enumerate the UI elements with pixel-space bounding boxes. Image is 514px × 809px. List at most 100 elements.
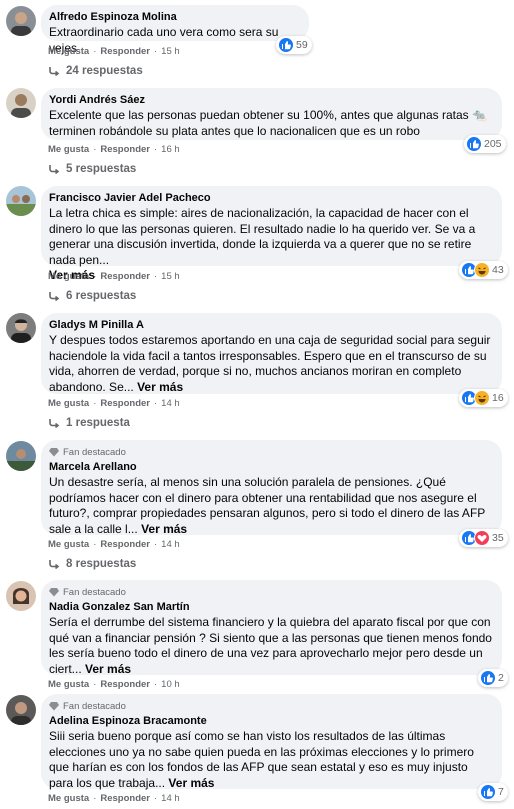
comment-bubble: Fan destacado Marcela Arellano Un desast… — [41, 440, 502, 537]
reply-arrow-icon — [49, 560, 60, 570]
avatar[interactable] — [6, 581, 36, 611]
view-replies-button[interactable]: 8 respuestas — [48, 558, 136, 570]
timestamp[interactable]: 14 h — [161, 793, 180, 804]
see-more-link[interactable]: Ver más — [168, 776, 214, 790]
see-more-link[interactable]: Ver más — [141, 522, 187, 536]
reply-arrow-icon — [49, 419, 60, 429]
view-replies-button[interactable]: 5 respuestas — [48, 163, 136, 175]
comment-text: Un desastre sería, al menos sin una solu… — [49, 475, 493, 537]
timestamp[interactable]: 14 h — [161, 398, 180, 409]
reply-button[interactable]: Responder — [100, 539, 150, 550]
comment-bubble: Fan destacado Adelina Espinoza Bracamont… — [41, 694, 502, 791]
separator: · — [93, 398, 97, 409]
fan-badge: Fan destacado — [49, 446, 493, 458]
diamond-icon — [49, 588, 59, 597]
like-button[interactable]: Me gusta — [48, 271, 89, 282]
avatar[interactable] — [6, 88, 36, 118]
reply-button[interactable]: Responder — [100, 271, 150, 282]
like-button[interactable]: Me gusta — [48, 46, 89, 57]
separator: · — [153, 46, 158, 57]
separator: · — [153, 793, 158, 804]
timestamp[interactable]: 14 h — [161, 539, 180, 550]
reactions-badge[interactable]: 7 — [478, 783, 508, 801]
comment-actions: Me gusta · Responder · 15 h — [48, 271, 180, 282]
reply-button[interactable]: Responder — [100, 144, 150, 155]
replies-count: 5 respuestas — [66, 163, 137, 175]
reactions-badge[interactable]: 205 — [464, 135, 506, 153]
avatar[interactable] — [6, 6, 36, 36]
separator: · — [93, 46, 97, 57]
comment-text: Sería el derrumbe del sistema financiero… — [49, 615, 493, 677]
comment-actions: Me gusta · Responder · 14 h — [48, 398, 180, 409]
reply-button[interactable]: Responder — [100, 679, 150, 690]
reaction-count: 16 — [492, 392, 504, 404]
comment-actions: Me gusta · Responder · 10 h — [48, 679, 180, 690]
reply-button[interactable]: Responder — [100, 398, 150, 409]
timestamp[interactable]: 10 h — [161, 679, 180, 690]
fan-badge: Fan destacado — [49, 700, 493, 712]
avatar[interactable] — [6, 186, 36, 216]
reaction-count: 35 — [492, 532, 504, 544]
author-name[interactable]: Francisco Javier Adel Pacheco — [49, 192, 493, 205]
timestamp[interactable]: 16 h — [161, 144, 180, 155]
view-replies-button[interactable]: 24 respuestas — [48, 65, 143, 77]
reactions-badge[interactable]: 2 — [478, 669, 508, 687]
see-more-link[interactable]: Ver más — [85, 662, 131, 676]
avatar[interactable] — [6, 313, 36, 343]
avatar[interactable] — [6, 441, 36, 471]
reactions-badge[interactable]: 16 — [459, 389, 508, 407]
reactions-badge[interactable]: 43 — [459, 261, 508, 279]
separator: · — [93, 679, 97, 690]
comment-body: Siii seria bueno porque así como se han … — [49, 729, 474, 790]
like-button[interactable]: Me gusta — [48, 539, 89, 550]
reply-button[interactable]: Responder — [100, 793, 150, 804]
comment-bubble: Gladys M Pinilla A Y despues todos estar… — [41, 313, 502, 394]
avatar[interactable] — [6, 695, 36, 725]
reply-arrow-icon — [49, 67, 60, 77]
author-name[interactable]: Gladys M Pinilla A — [49, 319, 493, 332]
timestamp[interactable]: 15 h — [161, 46, 180, 57]
reaction-count: 2 — [498, 672, 504, 684]
see-more-link[interactable]: Ver más — [137, 380, 183, 394]
author-name[interactable]: Adelina Espinoza Bracamonte — [49, 715, 493, 728]
separator: · — [93, 539, 97, 550]
diamond-icon — [49, 702, 59, 711]
reaction-count: 7 — [498, 786, 504, 798]
reaction-count: 59 — [296, 39, 308, 51]
like-button[interactable]: Me gusta — [48, 144, 89, 155]
author-name[interactable]: Yordi Andrés Sáez — [49, 94, 493, 107]
author-name[interactable]: Alfredo Espinoza Molina — [49, 11, 300, 24]
reactions-badge[interactable]: 35 — [459, 529, 508, 547]
like-button[interactable]: Me gusta — [48, 398, 89, 409]
comment-bubble: Fan destacado Nadia Gonzalez San Martín … — [41, 580, 502, 677]
separator: · — [153, 679, 158, 690]
comment-actions: Me gusta · Responder · 15 h — [48, 46, 180, 57]
author-name[interactable]: Marcela Arellano — [49, 461, 493, 474]
haha-icon — [474, 390, 490, 406]
reactions-badge[interactable]: 59 — [276, 36, 312, 54]
view-replies-button[interactable]: 1 respuesta — [48, 417, 130, 429]
comment-actions: Me gusta · Responder · 16 h — [48, 144, 180, 155]
author-name[interactable]: Nadia Gonzalez San Martín — [49, 601, 493, 614]
separator: · — [93, 271, 97, 282]
reaction-count: 43 — [492, 264, 504, 276]
timestamp[interactable]: 15 h — [161, 271, 180, 282]
comment-actions: Me gusta · Responder · 14 h — [48, 539, 180, 550]
comment-bubble: Francisco Javier Adel Pacheco La letra c… — [41, 186, 502, 282]
thumbs-up-icon — [480, 670, 496, 686]
like-button[interactable]: Me gusta — [48, 793, 89, 804]
reply-button[interactable]: Responder — [100, 46, 150, 57]
replies-count: 1 respuesta — [66, 417, 130, 429]
separator: · — [153, 144, 158, 155]
replies-count: 24 respuestas — [66, 65, 143, 77]
replies-count: 6 respuestas — [66, 290, 137, 302]
thumbs-up-icon — [466, 136, 482, 152]
reaction-count: 205 — [484, 138, 502, 150]
comment-text: Siii seria bueno porque así como se han … — [49, 729, 493, 791]
haha-icon — [474, 262, 490, 278]
like-button[interactable]: Me gusta — [48, 679, 89, 690]
comment-bubble: Alfredo Espinoza Molina Extraordinario c… — [41, 5, 309, 55]
separator: · — [153, 271, 158, 282]
comment-body: Un desastre sería, al menos sin una solu… — [49, 475, 486, 536]
view-replies-button[interactable]: 6 respuestas — [48, 290, 136, 302]
